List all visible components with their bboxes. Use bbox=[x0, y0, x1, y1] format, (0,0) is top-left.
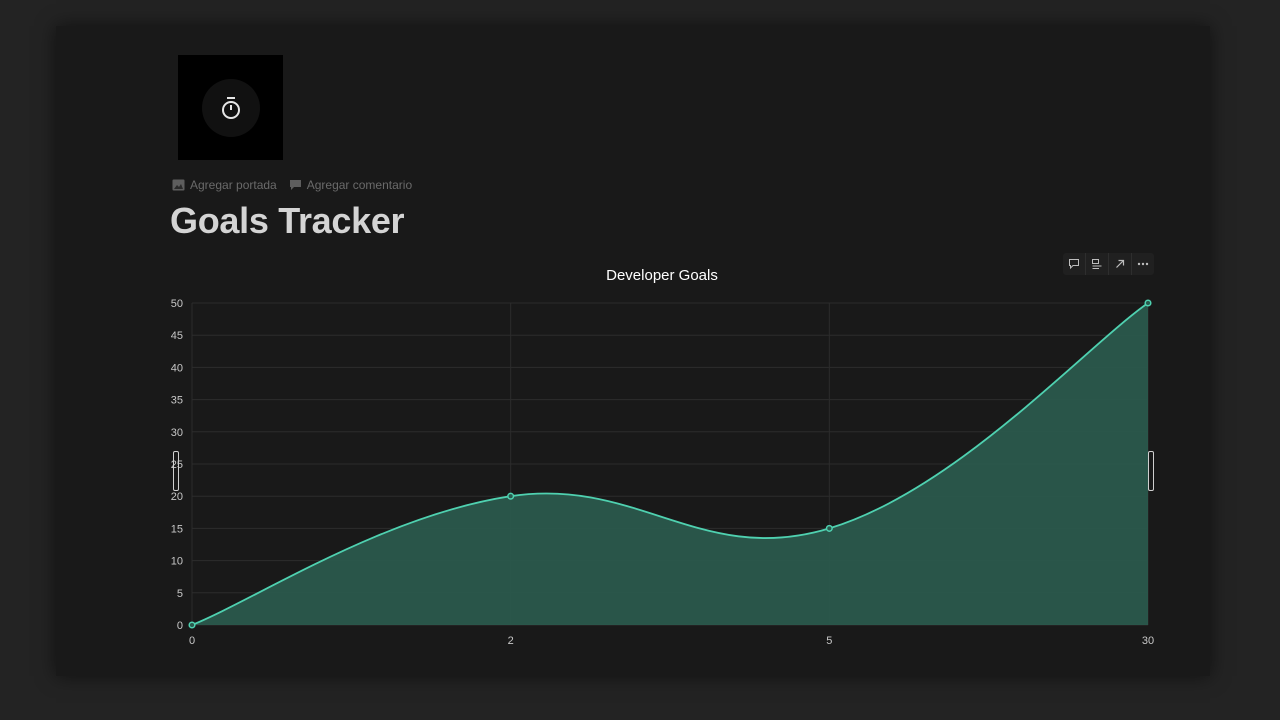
block-toolbar bbox=[1063, 253, 1154, 275]
caption-icon[interactable] bbox=[1086, 253, 1109, 275]
add-cover-button[interactable]: Agregar portada bbox=[172, 178, 277, 192]
page-meta-actions: Agregar portada Agregar comentario bbox=[172, 178, 412, 192]
add-comment-button[interactable]: Agregar comentario bbox=[289, 178, 412, 192]
page-title[interactable]: Goals Tracker bbox=[170, 200, 405, 242]
more-icon[interactable] bbox=[1132, 253, 1154, 275]
comment-icon[interactable] bbox=[1063, 253, 1086, 275]
add-cover-label: Agregar portada bbox=[190, 178, 277, 192]
stopwatch-icon bbox=[201, 78, 260, 137]
open-arrow-icon[interactable] bbox=[1109, 253, 1132, 275]
right-resize-handle[interactable] bbox=[1148, 451, 1154, 491]
left-resize-handle[interactable] bbox=[173, 451, 179, 491]
page-icon[interactable] bbox=[178, 55, 283, 160]
comment-icon bbox=[289, 180, 301, 190]
add-comment-label: Agregar comentario bbox=[306, 178, 413, 192]
image-icon bbox=[172, 179, 185, 191]
chart-title: Developer Goals bbox=[606, 267, 718, 284]
